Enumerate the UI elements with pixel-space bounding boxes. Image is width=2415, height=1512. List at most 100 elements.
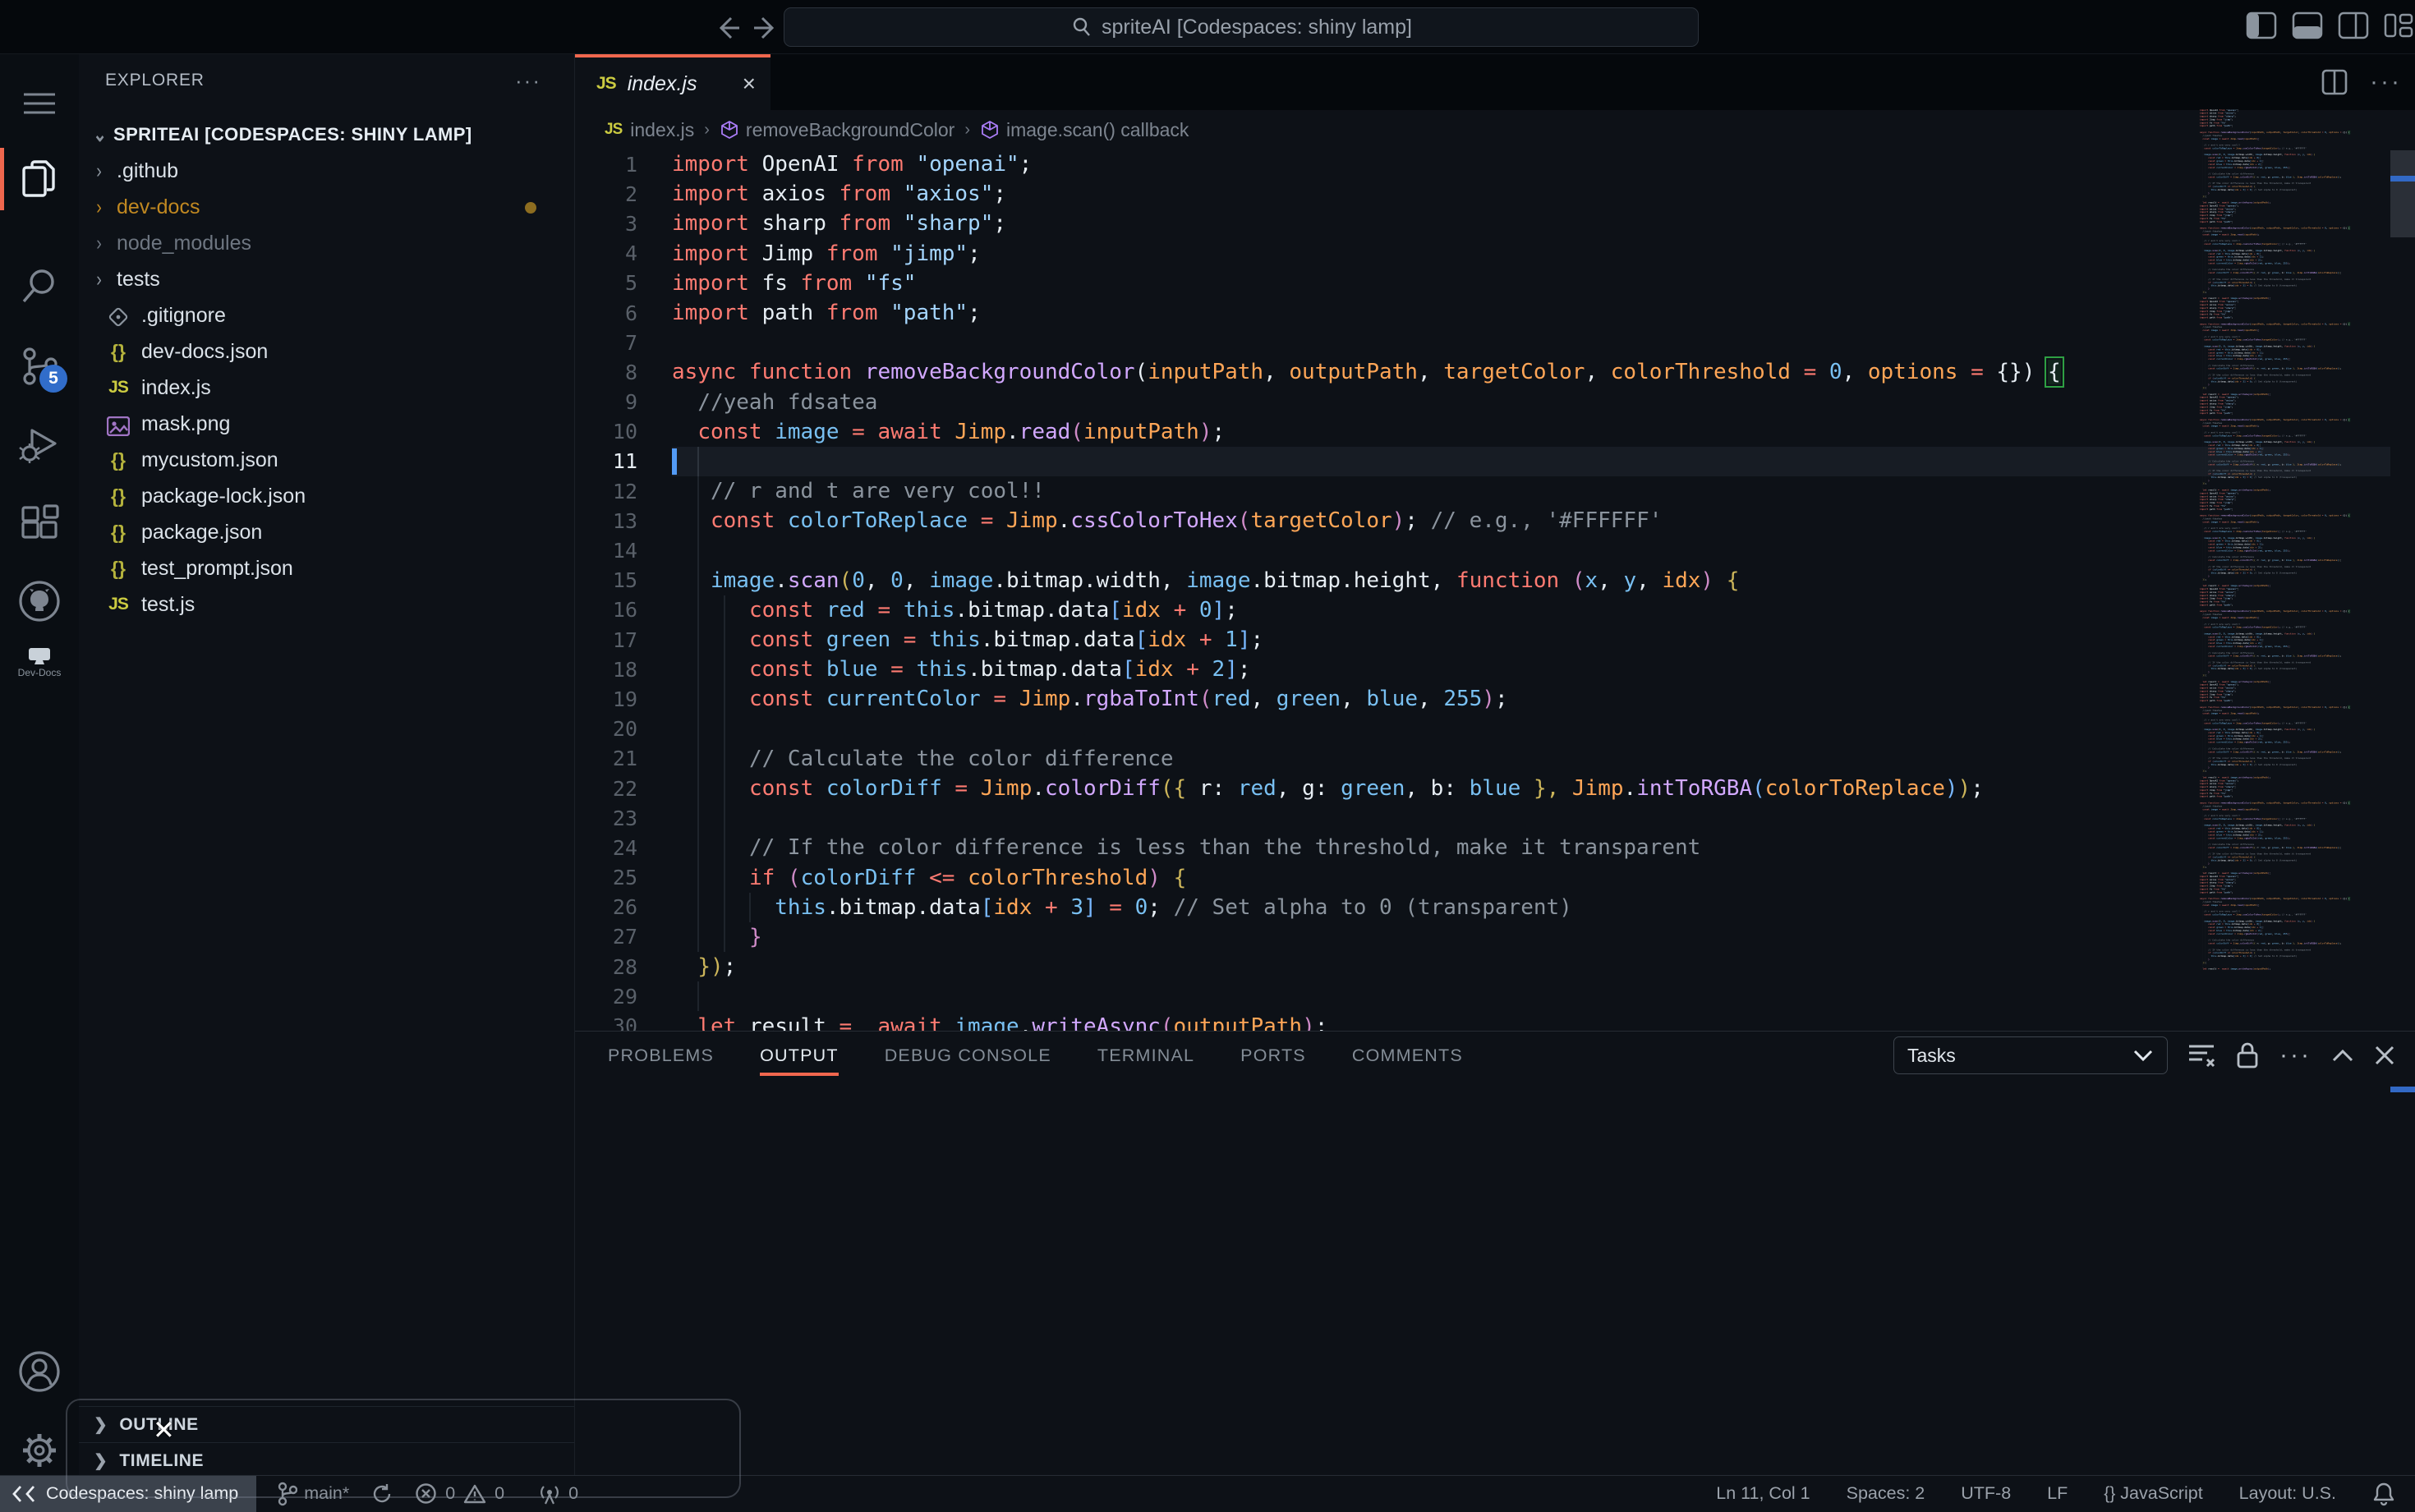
code-line[interactable]: 28}); — [575, 952, 2415, 981]
code-line[interactable]: 19const currentColor = Jimp.rgbaToInt(re… — [575, 684, 2415, 714]
panel-tab-ports[interactable]: PORTS — [1240, 1032, 1306, 1079]
code-line[interactable]: 13const colorToReplace = Jimp.cssColorTo… — [575, 506, 2415, 535]
panel-tab-debug-console[interactable]: DEBUG CONSOLE — [885, 1032, 1051, 1079]
sidebar-item-search[interactable] — [0, 250, 79, 322]
problems-status[interactable]: 0 0 — [415, 1482, 504, 1505]
code-line[interactable]: 26this.bitmap.data[idx + 3] = 0; // Set … — [575, 893, 2415, 922]
breadcrumb-item[interactable]: JSindex.js — [575, 119, 694, 141]
sidebar-section-timeline[interactable]: ❯ TIMELINE — [79, 1442, 574, 1478]
menu-icon[interactable] — [0, 67, 79, 140]
panel-tab-terminal[interactable]: TERMINAL — [1097, 1032, 1194, 1079]
panel-tab-problems[interactable]: PROBLEMS — [608, 1032, 714, 1079]
tree-item-.github[interactable]: ›.github — [79, 153, 574, 189]
code-line[interactable]: 15image.scan(0, 0, image.bitmap.width, i… — [575, 566, 2415, 595]
code-editor[interactable]: 1import OpenAI from "openai";2import axi… — [575, 149, 2415, 1031]
editor-more-actions-icon[interactable]: ··· — [2370, 68, 2402, 96]
panel-tab-comments[interactable]: COMMENTS — [1352, 1032, 1463, 1079]
code-line[interactable]: 24// If the color difference is less tha… — [575, 833, 2415, 862]
command-center-search[interactable]: spriteAI [Codespaces: shiny lamp] — [784, 7, 1699, 47]
branch-status[interactable]: main* — [278, 1482, 349, 1506]
close-tab-icon[interactable]: × — [743, 71, 756, 97]
tree-item-node_modules[interactable]: ›node_modules — [79, 225, 574, 261]
code-line[interactable]: 17const green = this.bitmap.data[idx + 1… — [575, 625, 2415, 655]
minimap[interactable]: import OpenAI from "openai";import axios… — [2200, 108, 2389, 994]
sidebar-item-extensions[interactable] — [0, 488, 79, 560]
code-line[interactable]: 22const colorDiff = Jimp.colorDiff({ r: … — [575, 774, 2415, 803]
code-line[interactable]: 3import sharp from "sharp"; — [575, 209, 2415, 238]
forward-icon[interactable] — [749, 11, 782, 44]
tree-item-package.json[interactable]: {}package.json — [79, 514, 574, 550]
explorer-more-icon[interactable]: ··· — [515, 68, 541, 94]
code-line[interactable]: 7 — [575, 328, 2415, 357]
line-number: 15 — [575, 568, 672, 592]
cursor-position[interactable]: Ln 11, Col 1 — [1716, 1483, 1810, 1504]
code-line[interactable]: 2import axios from "axios"; — [575, 179, 2415, 209]
tree-item-tests[interactable]: ›tests — [79, 261, 574, 297]
code-line[interactable]: 6import path from "path"; — [575, 298, 2415, 328]
code-line[interactable]: 30let result = await image.writeAsync(ou… — [575, 1011, 2415, 1031]
code-line[interactable]: 9//yeah fdsatea — [575, 388, 2415, 417]
code-line[interactable]: 29 — [575, 981, 2415, 1011]
sync-status[interactable] — [370, 1482, 393, 1505]
sidebar-item-github[interactable] — [0, 565, 79, 637]
account-icon[interactable] — [0, 1335, 79, 1408]
code-line[interactable]: 21// Calculate the color difference — [575, 744, 2415, 774]
tree-item-index.js[interactable]: JSindex.js — [79, 370, 574, 406]
panel-more-actions-icon[interactable]: ··· — [2279, 1041, 2312, 1069]
scrollbar-thumb[interactable] — [2390, 150, 2415, 237]
tree-item-mycustom.json[interactable]: {}mycustom.json — [79, 442, 574, 478]
code-line[interactable]: 14 — [575, 535, 2415, 565]
close-panel-icon[interactable] — [2374, 1045, 2395, 1066]
tree-item-dev-docs.json[interactable]: {}dev-docs.json — [79, 333, 574, 370]
language-mode[interactable]: {}JavaScript — [2104, 1483, 2202, 1504]
code-line[interactable]: 4import Jimp from "jimp"; — [575, 239, 2415, 269]
tree-item-.gitignore[interactable]: .gitignore — [79, 297, 574, 333]
tree-item-package-lock.json[interactable]: {}package-lock.json — [79, 478, 574, 514]
sidebar-item-devdocs[interactable]: Dev-Docs — [0, 647, 79, 678]
output-channel-select[interactable]: Tasks — [1893, 1036, 2168, 1074]
ports-status[interactable]: 0 — [537, 1482, 578, 1505]
keyboard-layout[interactable]: Layout: U.S. — [2239, 1483, 2336, 1504]
back-icon[interactable] — [711, 11, 744, 44]
breadcrumb-item[interactable]: image.scan() callback — [980, 119, 1189, 141]
code-line[interactable]: 1import OpenAI from "openai"; — [575, 149, 2415, 179]
customize-layout-icon[interactable] — [2384, 11, 2415, 39]
lock-icon[interactable] — [2235, 1041, 2260, 1069]
sidebar-item-explorer[interactable] — [0, 143, 79, 215]
code-line[interactable]: 27} — [575, 922, 2415, 952]
encoding[interactable]: UTF-8 — [1961, 1483, 2011, 1504]
code-line[interactable]: 23 — [575, 803, 2415, 833]
toggle-secondary-sidebar-icon[interactable] — [2338, 11, 2369, 39]
code-line[interactable]: 16const red = this.bitmap.data[idx + 0]; — [575, 595, 2415, 625]
line-number: 23 — [575, 807, 672, 830]
clear-output-icon[interactable] — [2187, 1043, 2215, 1068]
sidebar-item-run-debug[interactable] — [0, 409, 79, 481]
remote-indicator[interactable]: Codespaces: shiny lamp — [0, 1476, 256, 1512]
tree-root[interactable]: ⌄SPRITEAI [CODESPACES: SHINY LAMP] — [79, 117, 574, 153]
toggle-sidebar-icon[interactable] — [2246, 11, 2277, 39]
code-line[interactable]: 11 — [575, 447, 2415, 476]
code-line[interactable]: 10const image = await Jimp.read(inputPat… — [575, 417, 2415, 447]
code-line[interactable]: 20 — [575, 715, 2415, 744]
tab-index-js[interactable]: JS index.js × — [575, 54, 770, 110]
breadcrumb-item[interactable]: removeBackgroundColor — [720, 119, 954, 141]
editor-scrollbar[interactable] — [2390, 107, 2415, 1031]
code-line[interactable]: 12// r and t are very cool!! — [575, 476, 2415, 506]
indentation[interactable]: Spaces: 2 — [1847, 1483, 1925, 1504]
code-line[interactable]: 18const blue = this.bitmap.data[idx + 2]… — [575, 655, 2415, 684]
tree-item-mask.png[interactable]: mask.png — [79, 406, 574, 442]
notifications-bell-icon[interactable] — [2372, 1482, 2395, 1506]
code-line[interactable]: 8async function removeBackgroundColor(in… — [575, 357, 2415, 387]
tree-item-test.js[interactable]: JStest.js — [79, 586, 574, 623]
tree-item-dev-docs[interactable]: ›dev-docs — [79, 189, 574, 225]
code-line[interactable]: 5import fs from "fs" — [575, 269, 2415, 298]
maximize-panel-icon[interactable] — [2331, 1048, 2354, 1063]
split-editor-icon[interactable] — [2321, 68, 2348, 96]
panel-tab-output[interactable]: OUTPUT — [760, 1032, 839, 1079]
eol-sequence[interactable]: LF — [2047, 1483, 2068, 1504]
tree-item-test_prompt.json[interactable]: {}test_prompt.json — [79, 550, 574, 586]
sidebar-item-source-control[interactable]: 5 — [0, 330, 79, 402]
chevron-down-icon — [2132, 1048, 2154, 1063]
code-line[interactable]: 25if (colorDiff <= colorThreshold) { — [575, 863, 2415, 893]
toggle-panel-icon[interactable] — [2292, 11, 2323, 39]
